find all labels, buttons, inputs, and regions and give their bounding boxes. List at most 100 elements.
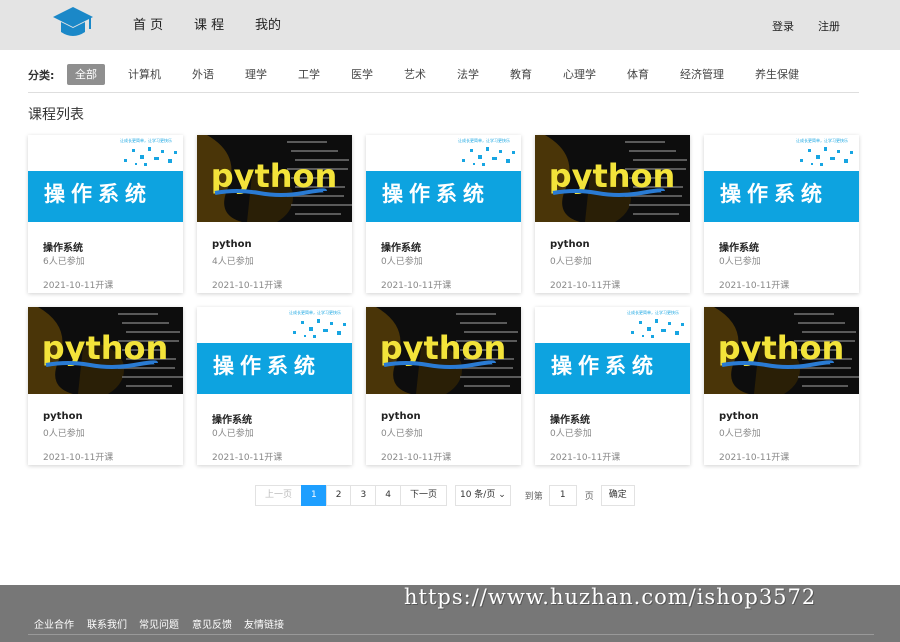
goto-confirm-button[interactable]: 确定 [600, 484, 635, 506]
course-title[interactable]: python [43, 411, 83, 422]
course-participants: 0人已参加 [719, 257, 761, 267]
footer-link-feedback[interactable]: 意见反馈 [192, 616, 232, 631]
footer-link-contact[interactable]: 联系我们 [87, 616, 127, 631]
os-thumb-tagline: 让成长更简单，让学习更快乐 [796, 137, 848, 143]
footer-divider [28, 634, 874, 635]
course-thumbnail[interactable]: 让成长更简单，让学习更快乐操作系统 [704, 135, 859, 222]
course-title[interactable]: python [381, 411, 421, 422]
course-card[interactable]: python python 0人已参加 2021-10-11开课 [535, 135, 690, 293]
os-thumb-tagline: 让成长更简单，让学习更快乐 [627, 309, 679, 315]
top-header: 首 页 课 程 我的 登录 注册 [0, 0, 900, 50]
course-title[interactable]: 操作系统 [719, 239, 759, 254]
course-title[interactable]: 操作系统 [550, 411, 590, 426]
page-size-value: 10 条/页 [459, 489, 496, 500]
os-thumb-caption: 操作系统 [44, 182, 152, 206]
course-thumbnail[interactable]: python [28, 307, 183, 394]
course-title[interactable]: python [212, 239, 252, 250]
course-title[interactable]: 操作系统 [212, 411, 252, 426]
course-thumbnail[interactable]: 让成长更简单，让学习更快乐操作系统 [366, 135, 521, 222]
course-start-date: 2021-10-11开课 [43, 281, 114, 291]
goto-unit: 页 [584, 491, 594, 502]
course-title[interactable]: python [550, 239, 590, 250]
pagination: 上一页 1 2 3 4 下一页 10 条/页 ⌄ 到第 1 页 确定 [255, 484, 635, 506]
course-thumbnail[interactable]: python [366, 307, 521, 394]
course-participants: 0人已参加 [212, 429, 254, 439]
page-4-button[interactable]: 4 [375, 484, 401, 506]
nav-home[interactable]: 首 页 [133, 0, 163, 50]
category-filter: 全部 计算机 外语 理学 工学 医学 艺术 法学 教育 心理学 体育 经济管理 养生保健 [67, 64, 822, 85]
category-item[interactable]: 体育 [619, 64, 657, 85]
os-thumb-caption: 操作系统 [213, 354, 321, 378]
goto-label: 到第 [524, 491, 543, 502]
category-item[interactable]: 计算机 [120, 64, 169, 85]
category-item[interactable]: 经济管理 [672, 64, 732, 85]
page-size-select[interactable]: 10 条/页 ⌄ [454, 484, 511, 506]
course-start-date: 2021-10-11开课 [719, 453, 790, 463]
course-participants: 0人已参加 [550, 429, 592, 439]
next-page-button[interactable]: 下一页 [399, 484, 447, 506]
course-start-date: 2021-10-11开课 [381, 281, 452, 291]
goto-page-input[interactable]: 1 [548, 484, 577, 506]
course-card[interactable]: python python 0人已参加 2021-10-11开课 [704, 307, 859, 465]
register-link[interactable]: 注册 [818, 0, 840, 50]
course-card[interactable]: python python 0人已参加 2021-10-11开课 [28, 307, 183, 465]
category-item[interactable]: 工学 [290, 64, 328, 85]
course-title[interactable]: python [719, 411, 759, 422]
page-1-button[interactable]: 1 [301, 484, 327, 506]
course-start-date: 2021-10-11开课 [212, 453, 283, 463]
os-thumb-caption: 操作系统 [720, 182, 828, 206]
course-card[interactable]: 让成长更简单，让学习更快乐 操作系统 操作系统 0人已参加 2021-10-11开课 [704, 135, 859, 293]
course-thumbnail[interactable]: 让成长更简单，让学习更快乐操作系统 [28, 135, 183, 222]
category-item[interactable]: 养生保健 [747, 64, 807, 85]
course-card[interactable]: 让成长更简单，让学习更快乐 操作系统 操作系统 0人已参加 2021-10-11开课 [197, 307, 352, 465]
course-participants: 0人已参加 [719, 429, 761, 439]
course-card[interactable]: 让成长更简单，让学习更快乐 操作系统 操作系统 0人已参加 2021-10-11开课 [366, 135, 521, 293]
course-participants: 0人已参加 [381, 257, 423, 267]
course-card[interactable]: 让成长更简单，让学习更快乐 操作系统 操作系统 0人已参加 2021-10-11开课 [535, 307, 690, 465]
course-card[interactable]: 让成长更简单，让学习更快乐 操作系统 操作系统 6人已参加 2021-10-11开课 [28, 135, 183, 293]
category-item[interactable]: 理学 [237, 64, 275, 85]
os-thumb-caption: 操作系统 [382, 182, 490, 206]
category-item[interactable]: 全部 [67, 64, 105, 85]
category-item[interactable]: 外语 [184, 64, 222, 85]
course-title[interactable]: 操作系统 [381, 239, 421, 254]
graduation-cap-logo-icon[interactable] [52, 5, 94, 41]
course-participants: 0人已参加 [381, 429, 423, 439]
os-thumb-tagline: 让成长更简单，让学习更快乐 [120, 137, 172, 143]
course-thumbnail[interactable]: 让成长更简单，让学习更快乐操作系统 [197, 307, 352, 394]
course-thumbnail[interactable]: python [535, 135, 690, 222]
category-item[interactable]: 艺术 [396, 64, 434, 85]
nav-mine[interactable]: 我的 [255, 0, 281, 50]
footer-link-friends[interactable]: 友情链接 [244, 616, 284, 631]
footer-link-faq[interactable]: 常见问题 [139, 616, 179, 631]
course-participants: 4人已参加 [212, 257, 254, 267]
nav-courses[interactable]: 课 程 [194, 0, 224, 50]
divider [28, 92, 859, 93]
prev-page-button[interactable]: 上一页 [255, 484, 303, 506]
course-participants: 0人已参加 [550, 257, 592, 267]
category-item[interactable]: 法学 [449, 64, 487, 85]
course-participants: 6人已参加 [43, 257, 85, 267]
course-start-date: 2021-10-11开课 [719, 281, 790, 291]
os-thumb-tagline: 让成长更简单，让学习更快乐 [289, 309, 341, 315]
category-label: 分类: [28, 69, 55, 82]
os-thumb-caption: 操作系统 [551, 354, 659, 378]
course-start-date: 2021-10-11开课 [381, 453, 452, 463]
course-card[interactable]: python python 4人已参加 2021-10-11开课 [197, 135, 352, 293]
course-thumbnail[interactable]: python [197, 135, 352, 222]
course-thumbnail[interactable]: python [704, 307, 859, 394]
course-thumbnail[interactable]: 让成长更简单，让学习更快乐操作系统 [535, 307, 690, 394]
page-3-button[interactable]: 3 [350, 484, 377, 506]
course-participants: 0人已参加 [43, 429, 85, 439]
os-thumb-tagline: 让成长更简单，让学习更快乐 [458, 137, 510, 143]
page-2-button[interactable]: 2 [325, 484, 352, 506]
category-item[interactable]: 心理学 [555, 64, 604, 85]
watermark: https://www.huzhan.com/ishop3572 [404, 585, 817, 609]
course-title[interactable]: 操作系统 [43, 239, 83, 254]
category-item[interactable]: 教育 [502, 64, 540, 85]
category-item[interactable]: 医学 [343, 64, 381, 85]
course-card[interactable]: python python 0人已参加 2021-10-11开课 [366, 307, 521, 465]
login-link[interactable]: 登录 [772, 0, 794, 50]
course-start-date: 2021-10-11开课 [550, 281, 621, 291]
footer-link-cooperation[interactable]: 企业合作 [34, 616, 74, 631]
